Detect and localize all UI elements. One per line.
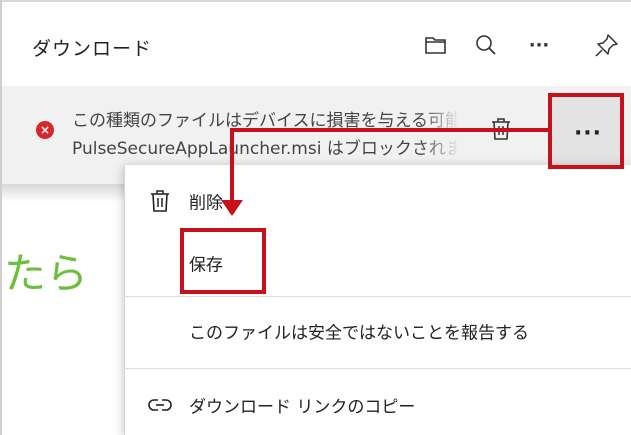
menu-item-label: 削除 — [189, 193, 223, 214]
annotation-arrow-horizontal — [230, 128, 548, 132]
error-x-icon: × — [36, 121, 54, 139]
annotation-arrow-vertical — [230, 128, 234, 208]
menu-item-report-unsafe[interactable]: このファイルは安全ではないことを報告する — [125, 301, 631, 361]
downloads-panel: ダウンロード ··· × この種類のファイルはデバイスに損害を与える可能性があり… — [0, 0, 631, 435]
panel-left-border — [0, 0, 2, 435]
trash-icon — [147, 188, 173, 214]
more-options-icon[interactable]: ··· — [524, 30, 554, 60]
annotation-arrow-head — [221, 200, 243, 216]
context-menu: 削除 保存 このファイルは安全ではないことを報告する ダウンロード リンクのコピ… — [124, 165, 631, 435]
menu-item-delete[interactable]: 削除 — [125, 171, 631, 231]
folder-icon[interactable] — [421, 30, 451, 60]
menu-divider — [125, 296, 631, 297]
pin-icon[interactable] — [592, 30, 622, 60]
link-icon — [147, 392, 173, 418]
menu-divider — [125, 368, 631, 369]
download-file-name: PulseSecureAppLauncher.msi はブロックされました。 — [72, 139, 457, 159]
text-fade — [420, 100, 460, 164]
menu-item-copy-link[interactable]: ダウンロード リンクのコピー — [125, 375, 631, 435]
search-icon[interactable] — [471, 30, 501, 60]
menu-item-label: ダウンロード リンクのコピー — [189, 397, 416, 418]
menu-item-label: このファイルは安全ではないことを報告する — [189, 323, 529, 344]
background-page-text: たら — [4, 249, 89, 298]
save-item-highlight — [180, 228, 266, 294]
more-button-highlight — [548, 93, 624, 169]
downloads-title: ダウンロード — [32, 38, 153, 60]
